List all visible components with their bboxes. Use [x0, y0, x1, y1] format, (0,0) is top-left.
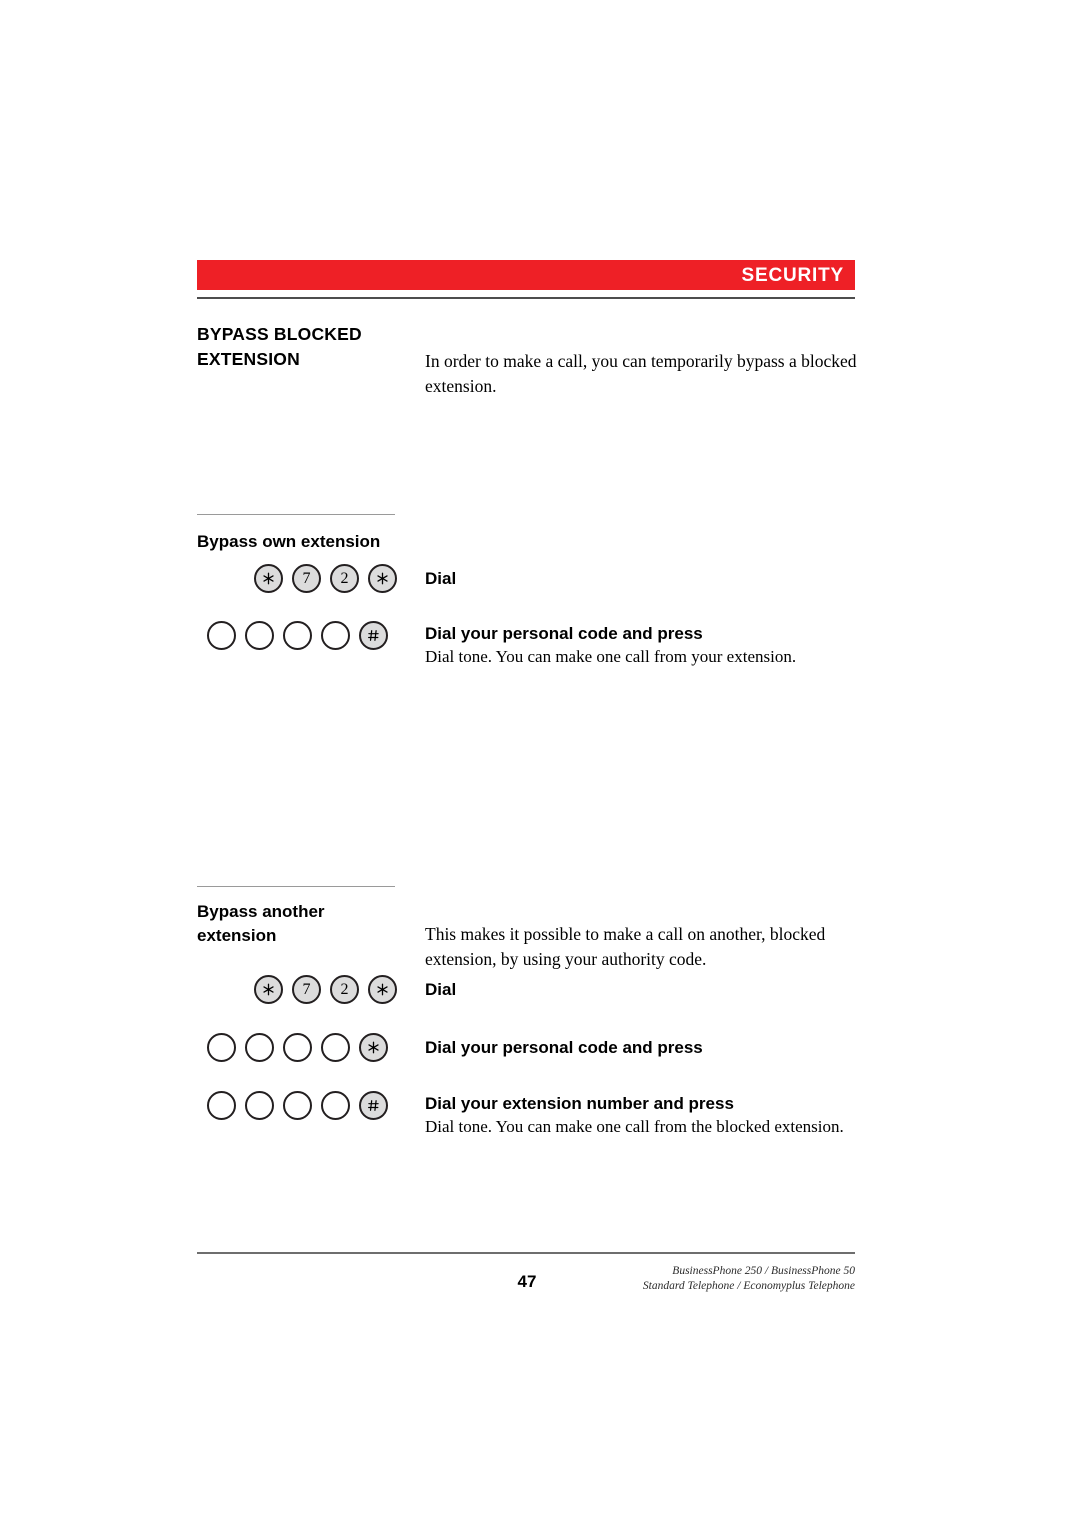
key-blank-icon[interactable] [207, 1033, 236, 1062]
subsection-intro-text: This makes it possible to make a call on… [425, 922, 867, 972]
key-2-label: 2 [340, 569, 349, 587]
key-blank-icon[interactable] [321, 1091, 350, 1120]
subsection-heading-line2: extension [197, 926, 277, 945]
keypad-row-dial-prefix: 7 2 [254, 564, 406, 593]
document-page: SECURITY BYPASS BLOCKED EXTENSION In ord… [0, 0, 1080, 1528]
section-bypass-blocked-extension: BYPASS BLOCKED EXTENSION In order to mak… [197, 322, 867, 418]
step-label: Dial [425, 569, 457, 588]
step-dial-text: Dial [425, 568, 867, 590]
key-7-label: 7 [302, 569, 311, 587]
key-hash-icon[interactable] [359, 1091, 388, 1120]
section-header-bar: SECURITY [197, 260, 855, 290]
step-label: Dial your personal code and press [425, 1038, 703, 1057]
footer-model-line: Standard Telephone / Economyplus Telepho… [642, 1280, 855, 1292]
header-divider [197, 297, 855, 299]
subsection-divider [197, 886, 395, 887]
step-note: Dial tone. You can make one call from th… [425, 1117, 844, 1136]
key-7-icon[interactable]: 7 [292, 975, 321, 1004]
footer-divider [197, 1252, 855, 1254]
section-title: SECURITY [741, 264, 844, 286]
step-label: Dial your extension number and press [425, 1094, 734, 1113]
key-2-icon[interactable]: 2 [330, 564, 359, 593]
subsection-intro-paragraph: This makes it possible to make a call on… [425, 924, 826, 969]
subsection-divider [197, 514, 395, 515]
subsection-bypass-own-extension: Bypass own extension 7 2 Dial Dial your … [197, 418, 867, 666]
page-content: BYPASS BLOCKED EXTENSION In order to mak… [197, 322, 867, 1136]
subsection-heading-line1: Bypass another [197, 902, 325, 921]
section-intro-text: In order to make a call, you can tempora… [425, 349, 867, 399]
key-asterisk-icon[interactable] [359, 1033, 388, 1062]
keypad-row-extension-number [207, 1091, 397, 1120]
subsection-heading: Bypass own extension [197, 530, 402, 554]
key-asterisk-icon[interactable] [254, 564, 283, 593]
subsection-heading-text: Bypass own extension [197, 532, 381, 551]
key-blank-icon[interactable] [283, 1033, 312, 1062]
step-label: Dial [425, 980, 457, 999]
page-number: 47 [517, 1272, 537, 1291]
subsection-bypass-another-extension: Bypass another extension This makes it p… [197, 604, 867, 1136]
key-7-icon[interactable]: 7 [292, 564, 321, 593]
section-heading-line1: BYPASS BLOCKED [197, 324, 362, 344]
key-7-label: 7 [302, 980, 311, 998]
step-personal-code-text: Dial your personal code and press [425, 1037, 867, 1059]
keypad-row-dial-prefix: 7 2 [254, 975, 406, 1004]
key-blank-icon[interactable] [321, 1033, 350, 1062]
key-asterisk-icon[interactable] [368, 564, 397, 593]
section-intro-paragraph: In order to make a call, you can tempora… [425, 351, 857, 396]
step-extension-number-text: Dial your extension number and press Dia… [425, 1093, 867, 1138]
keypad-row-personal-code [207, 1033, 397, 1062]
section-heading: BYPASS BLOCKED EXTENSION [197, 322, 402, 372]
footer-product-info: BusinessPhone 250 / BusinessPhone 50 Sta… [643, 1264, 855, 1294]
step-dial-text: Dial [425, 979, 867, 1001]
key-asterisk-icon[interactable] [254, 975, 283, 1004]
key-blank-icon[interactable] [245, 1033, 274, 1062]
key-blank-icon[interactable] [245, 1091, 274, 1120]
key-2-label: 2 [340, 980, 349, 998]
key-blank-icon[interactable] [207, 1091, 236, 1120]
key-2-icon[interactable]: 2 [330, 975, 359, 1004]
section-heading-line2: EXTENSION [197, 349, 300, 369]
subsection-heading: Bypass another extension [197, 900, 402, 948]
key-asterisk-icon[interactable] [368, 975, 397, 1004]
key-blank-icon[interactable] [283, 1091, 312, 1120]
footer-product-line: BusinessPhone 250 / BusinessPhone 50 [672, 1265, 855, 1277]
